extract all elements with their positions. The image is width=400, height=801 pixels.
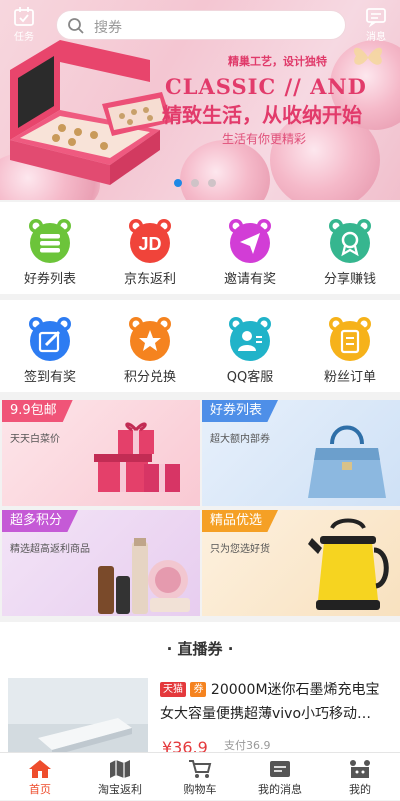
promo-subtitle: 精选超高返利商品 <box>10 544 90 555</box>
menu-item-label: 积分兑换 <box>123 370 176 385</box>
tab-label: 我的消息 <box>258 783 302 796</box>
menu-item-label: 邀请有奖 <box>223 272 276 287</box>
bottom-tab-bar: 首页 淘宝返利 购物车 我的消息 我的 <box>0 752 400 800</box>
menu-grid-row-2: 签到有奖 积分兑换 QQ客服 粉丝订单 <box>0 300 400 392</box>
svg-text:JD: JD <box>138 234 161 254</box>
search-placeholder: 搜券 <box>94 20 122 36</box>
menu-item-share-earn[interactable]: 分享赚钱 <box>300 202 400 294</box>
search-icon <box>68 18 84 34</box>
message-button[interactable]: 消息 <box>358 6 394 46</box>
tab-taobao-rebate[interactable]: 淘宝返利 <box>80 753 160 801</box>
calendar-check-icon <box>14 7 34 26</box>
promo-tag: 精品优选 <box>202 510 279 532</box>
promo-tile-9-9[interactable]: 9.9包邮 天天白菜价 <box>2 400 200 506</box>
message-label: 消息 <box>366 32 386 43</box>
promo-subtitle: 天天白菜价 <box>10 434 60 445</box>
banner-top-text: 精巢工艺，设计独特 <box>228 55 327 68</box>
carousel-dot[interactable] <box>191 179 199 187</box>
menu-item-label: 粉丝订单 <box>323 370 376 385</box>
product-paid: 支付36.9 <box>224 739 271 752</box>
task-label: 任务 <box>14 32 34 43</box>
banner-headline: 精致生活，从收纳开始 <box>162 103 362 127</box>
promo-tile-coupon-list[interactable]: 好券列表 超大额内部券 <box>202 400 400 506</box>
tab-label: 首页 <box>29 783 51 796</box>
tab-label: 我的 <box>349 783 371 796</box>
map-icon <box>110 760 130 778</box>
profile-icon <box>350 760 370 778</box>
menu-item-qq-service[interactable]: QQ客服 <box>200 300 300 392</box>
kettle-image <box>308 518 389 610</box>
menu-item-label: 好券列表 <box>23 272 76 287</box>
tab-messages[interactable]: 我的消息 <box>240 753 320 801</box>
menu-grid-row-1: 好券列表 JD 京东返利 邀请有奖 分享赚钱 <box>0 202 400 294</box>
task-button[interactable]: 任务 <box>6 6 42 46</box>
menu-item-checkin[interactable]: 签到有奖 <box>0 300 100 392</box>
tab-label: 淘宝返利 <box>98 783 142 796</box>
cosmetics-image <box>98 538 190 614</box>
menu-item-jd-rebate[interactable]: JD 京东返利 <box>100 202 200 294</box>
menu-item-label: 签到有奖 <box>23 370 76 385</box>
cart-icon <box>189 760 212 778</box>
banner-subtitle: 生活有你更精彩 <box>222 132 307 146</box>
coupon-list-icon <box>29 219 71 263</box>
menu-item-label: 分享赚钱 <box>323 272 376 287</box>
tab-profile[interactable]: 我的 <box>320 753 400 801</box>
promo-tag: 9.9包邮 <box>2 400 73 422</box>
menu-item-fan-orders[interactable]: 粉丝订单 <box>300 300 400 392</box>
top-bar: 任务 搜券 消息 <box>0 0 400 50</box>
gift-box-image <box>94 422 180 492</box>
product-title[interactable]: 天猫 券 20000M迷你石墨烯充电宝女大容量便携超薄vivo小巧移动… <box>160 678 392 726</box>
award-icon <box>329 219 371 263</box>
promo-subtitle: 只为您选好货 <box>210 544 270 555</box>
promo-tile-selection[interactable]: 精品优选 只为您选好货 <box>202 510 400 616</box>
jd-icon: JD <box>129 219 171 263</box>
star-icon <box>129 317 171 361</box>
order-icon <box>329 317 371 361</box>
message-icon <box>270 761 290 777</box>
tab-cart[interactable]: 购物车 <box>160 753 240 801</box>
edit-icon <box>29 317 71 361</box>
search-bar[interactable]: 搜券 <box>56 10 346 40</box>
carousel-indicator <box>174 172 225 191</box>
menu-item-invite[interactable]: 邀请有奖 <box>200 202 300 294</box>
power-bank-image <box>8 678 148 752</box>
promo-subtitle: 超大额内部券 <box>210 434 270 445</box>
home-icon <box>29 760 51 778</box>
send-icon <box>229 219 271 263</box>
tab-home[interactable]: 首页 <box>0 753 80 801</box>
banner-title: CLASSIC // AND <box>165 74 367 99</box>
carousel-dot[interactable] <box>174 179 182 187</box>
message-icon <box>366 8 386 28</box>
menu-item-label: 京东返利 <box>123 272 176 287</box>
rose-decoration <box>180 140 270 200</box>
promo-tag: 好券列表 <box>202 400 279 422</box>
promo-tag: 超多积分 <box>2 510 79 532</box>
handbag-image <box>308 425 386 498</box>
product-image[interactable] <box>8 678 148 752</box>
service-icon <box>229 317 271 361</box>
tmall-badge: 天猫 <box>160 682 186 697</box>
live-coupon-section: · 直播券 · 天猫 券 20000M迷你石墨烯充电宝女大容量便携超薄vivo小… <box>0 622 400 757</box>
carousel-dot[interactable] <box>208 179 216 187</box>
menu-item-points-exchange[interactable]: 积分兑换 <box>100 300 200 392</box>
menu-item-label: QQ客服 <box>226 370 274 385</box>
tab-label: 购物车 <box>183 783 217 796</box>
section-title: · 直播券 · <box>166 640 234 658</box>
coupon-badge: 券 <box>190 682 207 697</box>
promo-tile-points[interactable]: 超多积分 精选超高返利商品 <box>2 510 200 616</box>
menu-item-coupon-list[interactable]: 好券列表 <box>0 202 100 294</box>
